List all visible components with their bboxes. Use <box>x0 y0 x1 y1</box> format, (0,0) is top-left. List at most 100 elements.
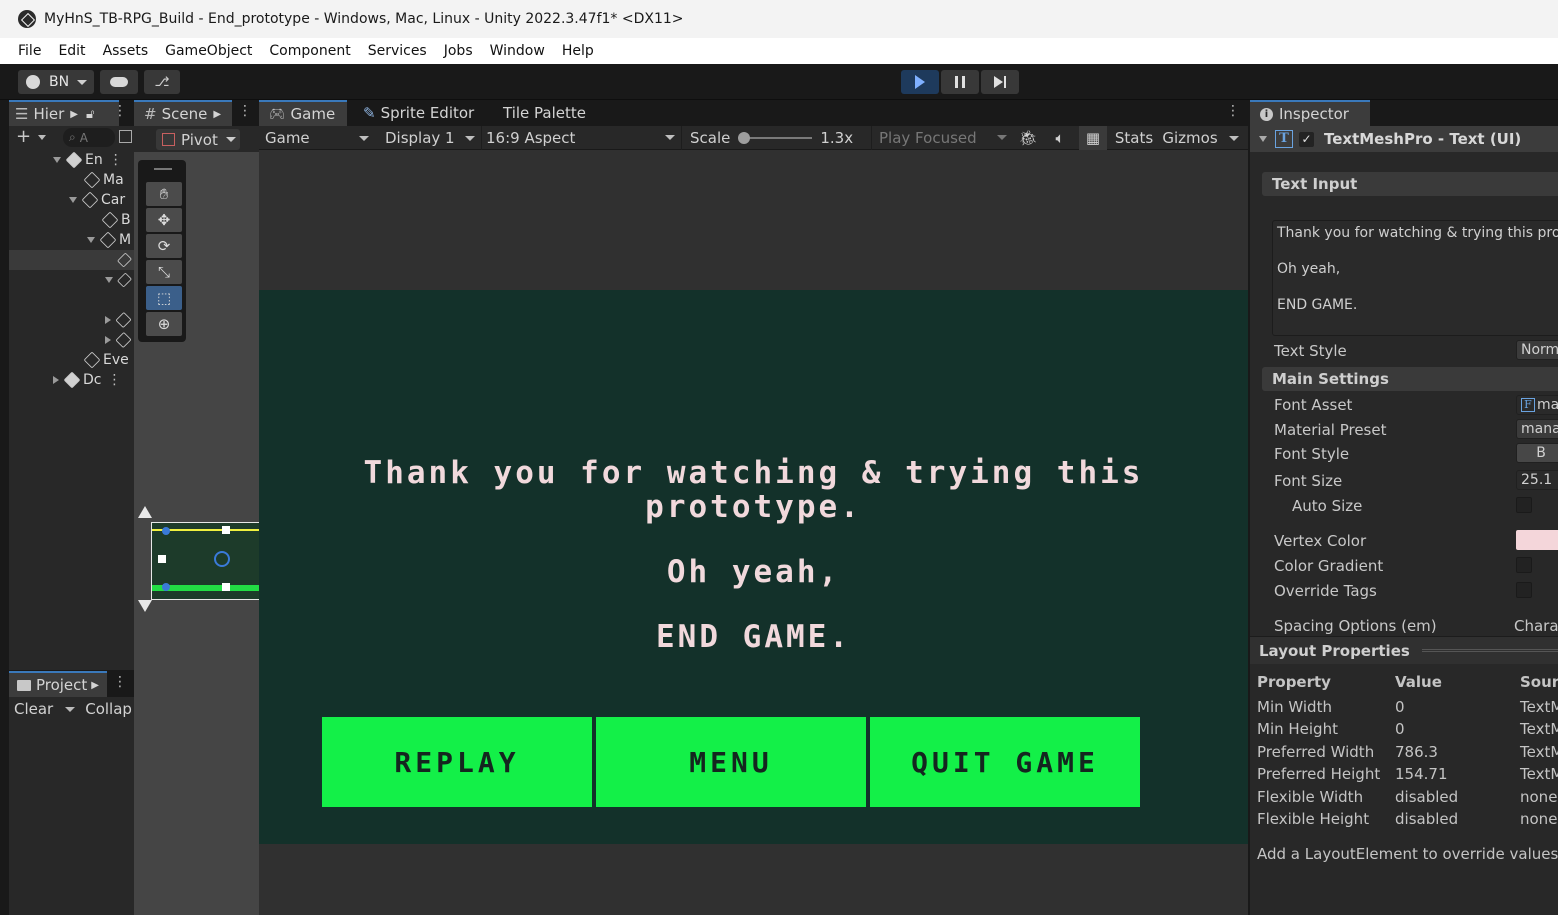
tab-sprite-editor[interactable]: ✎ Sprite Editor <box>355 100 482 126</box>
color-gradient-checkbox[interactable] <box>1516 557 1532 573</box>
play-mode-dropdown[interactable]: Play Focused <box>871 126 1009 150</box>
aspect-dropdown[interactable]: 16:9 Aspect <box>481 126 677 150</box>
row-menu-icon[interactable]: ⋮ <box>109 152 123 168</box>
hierarchy-row[interactable] <box>9 330 134 350</box>
main-settings-header[interactable]: Main Settings <box>1262 367 1558 391</box>
game-viewport[interactable]: Thank you for watching & trying this pro… <box>259 290 1248 844</box>
tab-tile-palette[interactable]: Tile Palette <box>495 100 594 126</box>
mute-audio-button[interactable]: 🔈︎ <box>1047 126 1073 150</box>
hierarchy-row[interactable]: Dc ⋮ <box>9 370 134 390</box>
component-enabled-checkbox[interactable]: ✓ <box>1299 131 1314 147</box>
expand-arrow-icon[interactable] <box>87 237 95 243</box>
anchor-triangle-icon[interactable] <box>138 506 152 518</box>
move-tool-button[interactable]: ✥ <box>146 208 182 232</box>
text-input-header[interactable]: Text Input <box>1262 172 1558 196</box>
text-style-dropdown[interactable]: Norm <box>1516 340 1558 360</box>
rotate-tool-button[interactable]: ⟳ <box>146 234 182 258</box>
hierarchy-row[interactable]: Ma <box>9 170 134 190</box>
resize-handle[interactable] <box>158 555 166 563</box>
text-input-field[interactable]: Thank you for watching & trying this pro… <box>1272 220 1558 336</box>
pause-button[interactable] <box>941 70 979 94</box>
view-dropdown[interactable]: Game <box>265 126 369 150</box>
chevron-down-icon[interactable] <box>38 135 46 140</box>
tab-project[interactable]: Project ▶ <box>9 671 107 697</box>
material-preset-dropdown[interactable]: mana <box>1516 419 1558 439</box>
cloud-button[interactable] <box>100 70 138 94</box>
collapse-button[interactable]: Collap <box>85 700 132 718</box>
expand-arrow-icon[interactable] <box>105 277 113 283</box>
game-menu-icon[interactable]: ⋮ <box>1226 103 1240 119</box>
font-size-field[interactable]: 25.1 <box>1516 470 1558 490</box>
scale-track[interactable] <box>738 132 813 144</box>
vertex-color-swatch[interactable] <box>1516 530 1558 550</box>
expand-arrow-icon[interactable] <box>69 197 77 203</box>
scale-slider[interactable]: Scale 1.3x <box>681 126 871 150</box>
menu-window[interactable]: Window <box>490 43 545 59</box>
hierarchy-row[interactable]: Eve <box>9 350 134 370</box>
rect-tool-button[interactable]: ⬚ <box>146 286 182 310</box>
step-button[interactable] <box>981 70 1019 94</box>
hierarchy-menu-icon[interactable]: ⋮ <box>113 103 127 119</box>
scene-menu-icon[interactable]: ⋮ <box>238 103 252 119</box>
auto-size-checkbox[interactable] <box>1516 497 1532 513</box>
hierarchy-row[interactable] <box>9 310 134 330</box>
chevron-down-icon[interactable] <box>65 706 76 712</box>
gizmos-button[interactable]: Gizmos <box>1159 126 1221 150</box>
play-button[interactable] <box>901 70 939 94</box>
lock-icon[interactable]: 🔓︎ <box>86 107 94 122</box>
collapse-arrow-icon[interactable] <box>1259 136 1267 142</box>
hierarchy-row[interactable]: B <box>9 210 134 230</box>
tab-game[interactable]: 🎮︎ Game <box>259 100 347 126</box>
anchor-triangle-icon[interactable] <box>138 600 152 612</box>
expand-arrow-icon[interactable] <box>53 157 61 163</box>
add-icon[interactable]: + <box>16 126 31 147</box>
scene-canvas-preview[interactable] <box>151 522 259 600</box>
gizmos-dropdown[interactable] <box>1223 126 1245 150</box>
tab-inspector[interactable]: i Inspector <box>1250 100 1370 126</box>
display-dropdown[interactable]: Display 1 <box>385 126 475 150</box>
layout-properties-header[interactable]: Layout Properties <box>1250 636 1558 664</box>
menu-component[interactable]: Component <box>269 43 350 59</box>
tab-scene[interactable]: # Scene ▶ <box>134 100 232 126</box>
row-menu-icon[interactable]: ⋮ <box>107 372 121 388</box>
quit-game-button[interactable]: QUIT GAME <box>870 717 1140 807</box>
account-dropdown[interactable]: BN <box>18 70 94 94</box>
hierarchy-row[interactable]: En ⋮ <box>9 150 134 170</box>
clear-button[interactable]: Clear <box>9 700 53 718</box>
anchor-handle[interactable] <box>162 583 170 591</box>
hierarchy-row[interactable] <box>9 270 134 290</box>
anchor-handle[interactable] <box>162 527 170 535</box>
font-style-bold-toggle[interactable]: B <box>1516 443 1558 463</box>
project-menu-icon[interactable]: ⋮ <box>113 674 127 690</box>
replay-button[interactable]: REPLAY <box>322 717 592 807</box>
menu-button[interactable]: MENU <box>596 717 866 807</box>
menu-help[interactable]: Help <box>562 43 594 59</box>
tab-hierarchy[interactable]: ☰ Hier ▶ 🔓︎ <box>9 100 119 126</box>
menu-jobs[interactable]: Jobs <box>444 43 473 59</box>
menu-assets[interactable]: Assets <box>103 43 149 59</box>
transform-tool-button[interactable]: ⊕ <box>146 312 182 336</box>
pivot-handle[interactable] <box>214 551 230 567</box>
collapse-arrow-icon[interactable] <box>53 376 59 384</box>
pivot-dropdown[interactable]: Pivot <box>156 129 240 150</box>
resize-handle[interactable] <box>222 583 230 591</box>
hierarchy-row[interactable]: Car <box>9 190 134 210</box>
stats-button[interactable]: Stats <box>1113 126 1155 150</box>
scale-thumb[interactable] <box>738 132 751 144</box>
collapse-arrow-icon[interactable] <box>105 336 111 344</box>
menu-edit[interactable]: Edit <box>58 43 85 59</box>
font-asset-field[interactable]: F ma <box>1516 395 1558 415</box>
hand-tool-button[interactable]: ✋︎ <box>146 182 182 206</box>
hierarchy-row-selected[interactable] <box>9 250 134 270</box>
hierarchy-row[interactable]: M <box>9 230 134 250</box>
resize-handle[interactable] <box>222 526 230 534</box>
drag-handle[interactable] <box>154 168 172 170</box>
hierarchy-search-input[interactable]: ⌕ A <box>63 128 115 147</box>
component-header[interactable]: T ✓ TextMeshPro - Text (UI) <box>1250 126 1558 152</box>
override-tags-checkbox[interactable] <box>1516 582 1532 598</box>
scene-filter-icon[interactable] <box>119 130 132 143</box>
frame-debugger-button[interactable]: 🐞︎ <box>1015 126 1041 150</box>
gizmo-grid-button[interactable]: ▦ <box>1079 126 1107 150</box>
menu-services[interactable]: Services <box>368 43 427 59</box>
version-control-button[interactable]: ⎇ <box>144 70 180 94</box>
